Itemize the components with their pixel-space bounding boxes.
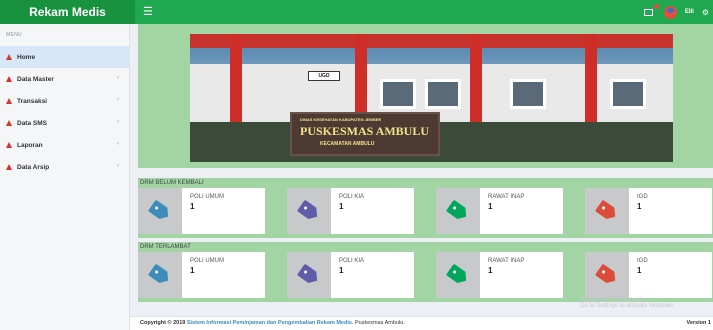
chevron-left-icon: ‹ [117,97,119,103]
ugd-sign: UGD [308,71,340,81]
stat-card-rawat-inap[interactable]: RAWAT INAP 1 [436,188,563,234]
stat-card-rawat-inap[interactable]: RAWAT INAP 1 [436,252,563,298]
tag-icon [148,200,172,223]
user-name[interactable]: Elli [685,9,694,15]
navbar-right: Elli ⚙ [643,4,709,20]
flag-icon [643,9,653,16]
sidebar-item-data-sms[interactable]: Data SMS ‹ [0,112,129,134]
stat-card-poli-umum[interactable]: POLI UMUM 1 [138,188,265,234]
brand-logo[interactable]: Rekam Medis [0,0,135,24]
gear-icon[interactable]: ⚙ [702,8,709,17]
banner-panel: UGD DINAS KESEHATAN KABUPATEN JEMBER PUS… [138,24,713,168]
sidebar-item-label: Transaksi [17,97,47,105]
warning-icon [6,120,12,126]
notification-badge [653,4,659,9]
footer-version: Version 1 [686,320,711,326]
sidebar-item-data-master[interactable]: Data Master ‹ [0,68,129,90]
chevron-left-icon: ‹ [117,141,119,147]
warning-icon [6,98,12,104]
footer-link[interactable]: Sistem Informasi Peminjaman dan Pengemba… [187,320,354,326]
footer-org: Puskesmas Ambulu. [354,320,405,326]
puskesmas-photo: UGD DINAS KESEHATAN KABUPATEN JEMBER PUS… [190,34,673,162]
chevron-left-icon: ‹ [117,163,119,169]
hamburger-icon[interactable]: ☰ [143,5,153,19]
main-content: UGD DINAS KESEHATAN KABUPATEN JEMBER PUS… [138,24,713,330]
tag-icon [446,264,470,287]
footer: Copyright © 2019 Sistem Informasi Peminj… [130,316,713,330]
section-title: DRM BELUM KEMBALI [140,180,204,186]
stat-card-poli-kia[interactable]: POLI KIA 1 [287,188,414,234]
home-icon [6,54,12,60]
warning-icon [6,76,12,82]
sidebar-item-label: Data Arsip [17,163,50,171]
tag-icon [595,200,619,223]
notification-button[interactable] [643,4,659,18]
tag-icon [297,200,321,223]
warning-icon [6,142,12,148]
sidebar-item-home[interactable]: Home [0,46,129,68]
stat-card-igd[interactable]: IGD 1 [585,188,712,234]
footer-copyright: Copyright © 2019 [140,320,186,326]
puskesmas-plaque: DINAS KESEHATAN KABUPATEN JEMBER PUSKESM… [290,112,440,156]
tag-icon [297,264,321,287]
chevron-left-icon: ‹ [117,119,119,125]
sidebar-item-transaksi[interactable]: Transaksi ‹ [0,90,129,112]
sidebar-item-label: Data SMS [17,119,47,127]
windows-activation-watermark: Activate Windows Go to Settings to activ… [580,295,675,310]
sidebar-item-label: Data Master [17,75,54,83]
chevron-left-icon: ‹ [117,75,119,81]
user-avatar[interactable] [663,5,677,19]
sidebar-item-label: Home [17,53,36,61]
sidebar-item-label: Laporan [17,141,43,149]
tag-icon [148,264,172,287]
section-drm-terlambat: DRM TERLAMBAT POLI UMUM 1 POLI KIA 1 RAW… [138,242,713,302]
sidebar-item-laporan[interactable]: Laporan ‹ [0,134,129,156]
sidebar-menu-header: MENU [6,32,22,38]
top-navbar: Rekam Medis ☰ Elli ⚙ [0,0,713,24]
stat-card-poli-kia[interactable]: POLI KIA 1 [287,252,414,298]
tag-icon [446,200,470,223]
sidebar-item-data-arsip[interactable]: Data Arsip ‹ [0,156,129,178]
section-drm-belum-kembali: DRM BELUM KEMBALI POLI UMUM 1 POLI KIA 1… [138,178,713,238]
stat-card-igd[interactable]: IGD 1 [585,252,712,298]
tag-icon [595,264,619,287]
section-title: DRM TERLAMBAT [140,244,191,250]
sidebar: MENU Home Data Master ‹ Transaksi ‹ Data… [0,24,130,330]
warning-icon [6,164,12,170]
stat-card-poli-umum[interactable]: POLI UMUM 1 [138,252,265,298]
